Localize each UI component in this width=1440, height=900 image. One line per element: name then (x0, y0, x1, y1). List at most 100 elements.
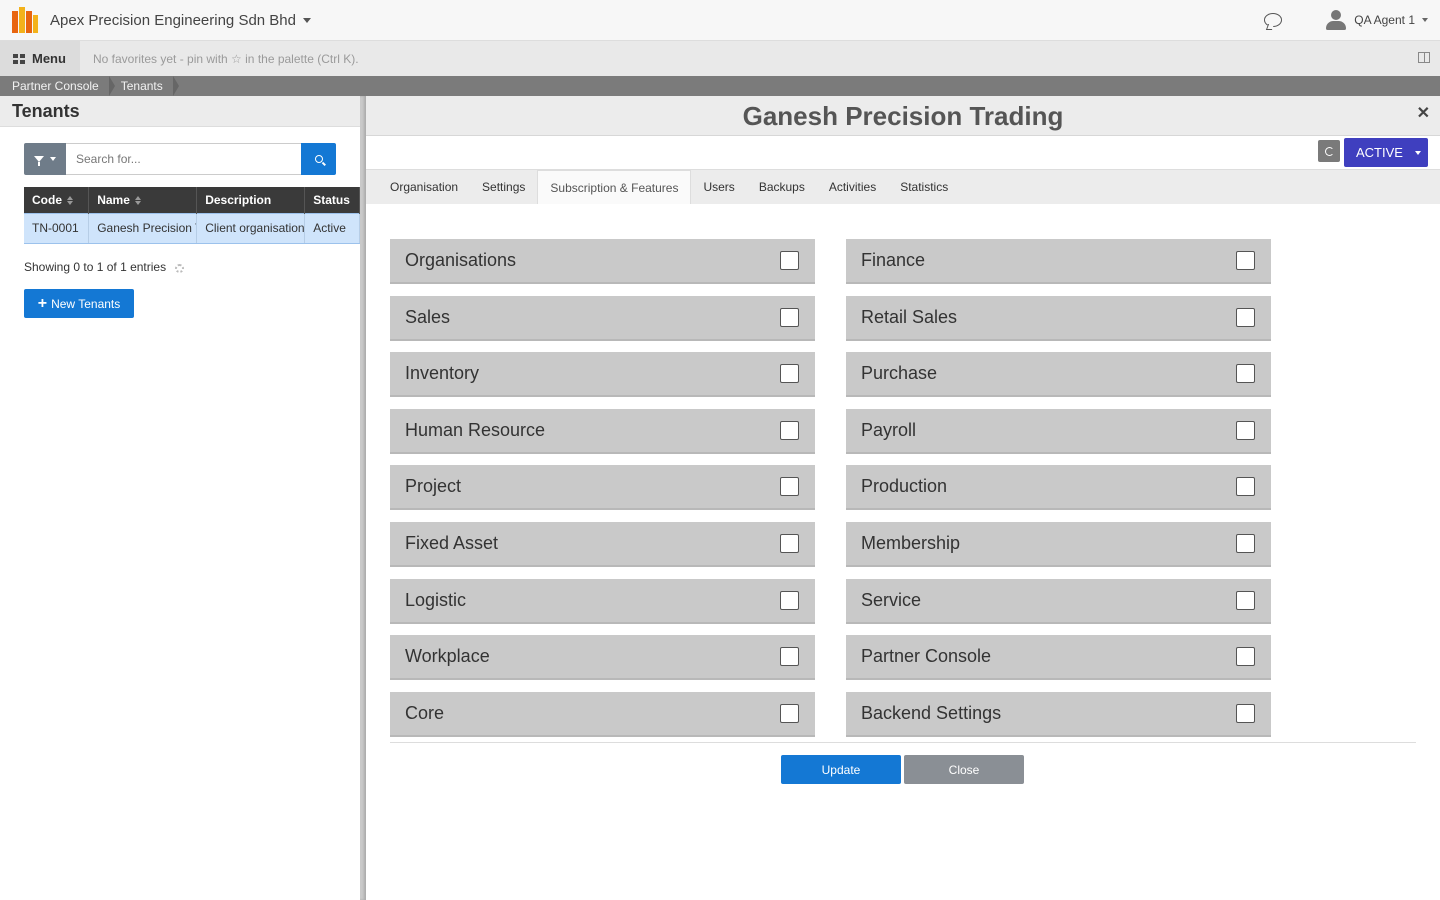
record-title: Ganesh Precision Trading (366, 96, 1440, 136)
tab-organisation[interactable]: Organisation (378, 170, 470, 204)
feature-toggle[interactable]: Core (390, 691, 815, 737)
status-dropdown[interactable]: ACTIVE (1344, 138, 1428, 167)
settings-icon[interactable] (175, 263, 185, 273)
cell-name: Ganesh Precision Trading (88, 212, 198, 244)
feature-checkbox[interactable] (1236, 307, 1255, 327)
panel-title: Tenants (0, 96, 360, 127)
feature-label: Inventory (405, 363, 480, 384)
feature-checkbox[interactable] (1236, 477, 1255, 497)
menu-bar: Menu No favorites yet - pin with ☆ in th… (0, 40, 1440, 76)
feature-checkbox[interactable] (780, 590, 799, 610)
feature-toggle[interactable]: Membership (846, 522, 1271, 567)
feature-toggle[interactable]: Organisations (390, 239, 815, 284)
feature-checkbox[interactable] (1236, 647, 1255, 667)
feature-checkbox[interactable] (1236, 420, 1255, 440)
feature-toggle[interactable]: Finance (846, 239, 1271, 284)
search-icon (314, 155, 323, 163)
feature-label: Purchase (861, 363, 938, 384)
chat-icon[interactable] (1264, 13, 1283, 27)
sort-icon (67, 196, 73, 206)
app-logo[interactable] (12, 7, 38, 33)
chevron-down-icon (303, 17, 311, 23)
feature-checkbox[interactable] (1236, 364, 1255, 384)
sort-icon (134, 196, 141, 206)
tab-subscription-features[interactable]: Subscription & Features (537, 170, 692, 204)
feature-toggle[interactable]: Retail Sales (846, 295, 1271, 341)
new-tenant-button[interactable]: + New Tenants (24, 289, 134, 318)
showing-text: Showing 0 to 1 of 1 entries (24, 260, 167, 274)
feature-label: Workplace (405, 646, 490, 667)
feature-toggle[interactable]: Inventory (390, 352, 815, 398)
reset-icon (1324, 146, 1334, 156)
column-header-description[interactable]: Description (196, 187, 306, 213)
column-header-name[interactable]: Name (88, 187, 198, 213)
feature-toggle[interactable]: Production (846, 465, 1271, 511)
tab-activities[interactable]: Activities (817, 170, 888, 204)
feature-checkbox[interactable] (1236, 534, 1255, 553)
feature-toggle[interactable]: Purchase (846, 352, 1271, 398)
feature-label: Finance (861, 250, 926, 270)
feature-label: Membership (861, 533, 961, 553)
search-input[interactable] (66, 143, 301, 175)
feature-checkbox[interactable] (780, 364, 799, 384)
feature-toggle[interactable]: Logistic (390, 578, 815, 624)
search-bar (24, 143, 336, 175)
feature-checkbox[interactable] (780, 251, 799, 270)
tab-backups[interactable]: Backups (747, 170, 817, 204)
feature-toggle[interactable]: Human Resource (390, 408, 815, 454)
feature-toggle[interactable]: Project (390, 465, 815, 511)
tab-settings[interactable]: Settings (470, 170, 537, 204)
feature-toggle[interactable]: Partner Console (846, 635, 1271, 681)
column-header-status[interactable]: Status (304, 187, 360, 213)
feature-checkbox[interactable] (1236, 703, 1255, 723)
cell-code: TN-0001 (24, 212, 90, 244)
feature-toggle[interactable]: Fixed Asset (390, 522, 815, 567)
tab-statistics[interactable]: Statistics (888, 170, 960, 204)
feature-checkbox[interactable] (780, 307, 799, 327)
update-button[interactable]: Update (781, 755, 901, 784)
feature-label: Retail Sales (861, 306, 958, 327)
menu-button[interactable]: Menu (0, 41, 80, 76)
plus-icon: + (37, 294, 48, 312)
close-button[interactable]: Close (904, 755, 1024, 784)
feature-label: Service (861, 589, 922, 610)
feature-toggle[interactable]: Sales (390, 295, 815, 341)
user-menu[interactable]: QA Agent 1 (1326, 10, 1428, 30)
filter-button[interactable] (24, 143, 66, 175)
tenant-detail-panel: Ganesh Precision Trading ✕ ACTIVE Organi… (366, 96, 1440, 900)
feature-label: Partner Console (861, 646, 992, 667)
feature-checkbox[interactable] (780, 703, 799, 723)
panel-toggle-icon[interactable] (1418, 52, 1430, 63)
record-tabs: Organisation Settings Subscription & Fea… (366, 169, 1440, 204)
feature-checkbox[interactable] (780, 477, 799, 497)
user-name: QA Agent 1 (1354, 13, 1415, 27)
filter-icon (34, 156, 44, 166)
feature-label: Fixed Asset (405, 533, 499, 553)
breadcrumb-partner-console[interactable]: Partner Console (0, 76, 115, 96)
feature-checkbox[interactable] (780, 647, 799, 667)
chevron-down-icon (1414, 150, 1421, 155)
status-label: ACTIVE (1356, 145, 1403, 160)
feature-toggle[interactable]: Workplace (390, 635, 815, 681)
company-switcher[interactable]: Apex Precision Engineering Sdn Bhd (38, 12, 311, 29)
search-button[interactable] (301, 143, 336, 175)
feature-checkbox[interactable] (1236, 590, 1255, 610)
feature-toggle[interactable]: Payroll (846, 408, 1271, 454)
feature-toggle[interactable]: Service (846, 578, 1271, 624)
column-header-code[interactable]: Code (24, 187, 90, 213)
feature-toggle[interactable]: Backend Settings (846, 691, 1271, 737)
feature-checkbox[interactable] (780, 534, 799, 553)
tab-users[interactable]: Users (691, 170, 746, 204)
close-icon[interactable]: ✕ (1417, 103, 1430, 123)
reset-button[interactable] (1318, 140, 1340, 162)
feature-checkbox[interactable] (780, 420, 799, 440)
pagination-info: Showing 0 to 1 of 1 entries (24, 260, 185, 274)
feature-label: Project (405, 476, 462, 497)
feature-label: Human Resource (405, 419, 546, 440)
chevron-down-icon (1422, 18, 1428, 22)
table-row[interactable]: TN-0001 Ganesh Precision Trading Client … (24, 212, 360, 244)
chevron-down-icon (50, 157, 56, 161)
breadcrumb: Partner Console Tenants (0, 76, 1440, 96)
breadcrumb-tenants[interactable]: Tenants (109, 76, 179, 96)
feature-checkbox[interactable] (1236, 251, 1255, 270)
